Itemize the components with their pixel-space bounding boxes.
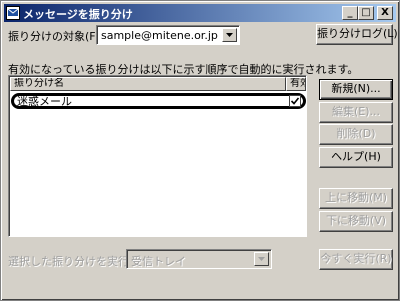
column-header-name[interactable]: 振り分け名 <box>10 77 286 91</box>
list-item[interactable]: 迷惑メール <box>11 93 306 109</box>
dropdown-button[interactable] <box>254 252 269 266</box>
target-account-select[interactable]: sample@mitene.or.jp <box>96 25 240 45</box>
minimize-icon: _ <box>347 7 353 18</box>
dialog-window: メッセージを振り分け _ □ X 振り分けの対象(F): sample@mite… <box>0 0 400 301</box>
title-bar[interactable]: メッセージを振り分け _ □ X <box>4 4 396 22</box>
run-folder-value: 受信トレイ <box>131 255 186 268</box>
filter-name: 迷惑メール <box>17 95 72 108</box>
run-folder-select[interactable]: 受信トレイ <box>126 249 272 269</box>
delete-button[interactable]: 削除(D) <box>319 124 393 145</box>
run-now-button[interactable]: 今すぐ実行(R) <box>319 249 393 270</box>
maximize-icon: □ <box>361 7 371 18</box>
dropdown-button[interactable] <box>222 28 237 42</box>
close-icon: X <box>381 7 389 18</box>
maximize-button[interactable]: □ <box>358 6 374 20</box>
run-filter-label: 選択した振り分けを実行(I): <box>8 255 145 268</box>
edit-button[interactable]: 編集(E)... <box>319 102 393 123</box>
window-title: メッセージを振り分け <box>23 8 133 21</box>
filter-list[interactable]: 振り分け名 有効 迷惑メール <box>8 75 307 237</box>
move-down-button[interactable]: 下に移動(V) <box>319 211 393 232</box>
column-header-enabled[interactable]: 有効 <box>286 77 306 91</box>
close-button[interactable]: X <box>377 6 393 20</box>
enabled-checkbox[interactable] <box>289 95 301 107</box>
new-button[interactable]: 新規(N)... <box>319 79 393 100</box>
chevron-down-icon <box>226 33 233 37</box>
chevron-down-icon <box>258 257 265 261</box>
move-up-button[interactable]: 上に移動(M) <box>319 188 393 209</box>
app-icon <box>6 6 20 20</box>
filter-log-button[interactable]: 振り分けログ(L) <box>316 24 398 45</box>
target-account-value: sample@mitene.or.jp <box>101 29 218 42</box>
minimize-button[interactable]: _ <box>342 6 358 20</box>
help-button[interactable]: ヘルプ(H) <box>319 147 393 168</box>
target-label: 振り分けの対象(F): <box>8 30 104 43</box>
check-icon <box>290 97 300 105</box>
